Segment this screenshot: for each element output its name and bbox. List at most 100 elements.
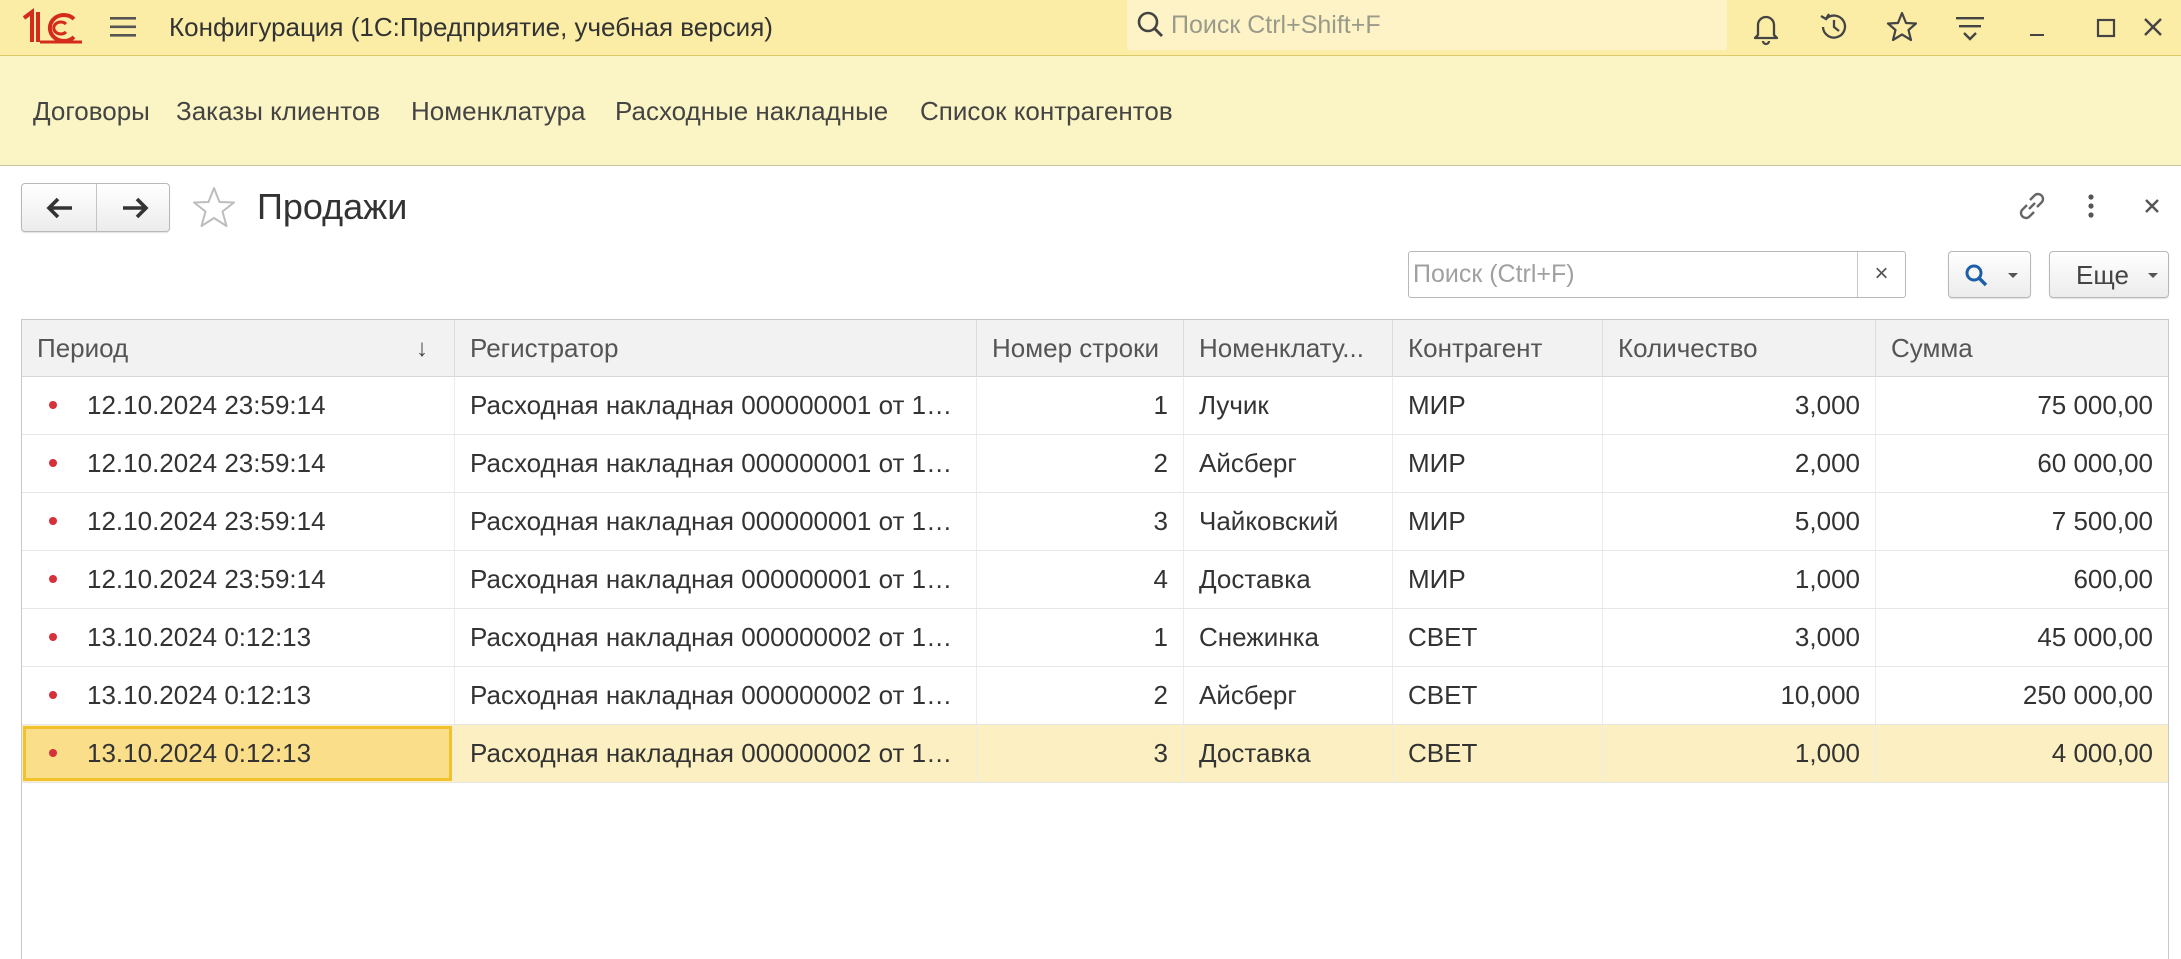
cell-period[interactable]: 13.10.2024 0:12:13 xyxy=(22,725,455,782)
logo-1c-icon[interactable] xyxy=(20,8,84,48)
table-row[interactable]: 13.10.2024 0:12:13 Расходная накладная 00… xyxy=(22,609,2168,667)
section-client-orders[interactable]: Заказы клиентов xyxy=(176,93,380,129)
minimize-icon[interactable] xyxy=(2018,8,2056,46)
close-form-icon[interactable] xyxy=(2132,186,2172,226)
cell-nomenclature[interactable]: Доставка xyxy=(1184,725,1393,782)
column-header-period[interactable]: Период ↓ xyxy=(22,320,455,377)
cell-line-number[interactable]: 1 xyxy=(977,609,1184,666)
section-counterparties[interactable]: Список контрагентов xyxy=(920,93,1173,129)
favorite-star-icon[interactable] xyxy=(188,183,240,235)
cell-quantity[interactable]: 5,000 xyxy=(1603,493,1876,550)
table-header: Период ↓ Регистратор Номер строки Номенк… xyxy=(22,320,2168,377)
column-header-sum[interactable]: Сумма xyxy=(1876,320,2168,377)
section-sales-invoices[interactable]: Расходные накладные xyxy=(615,93,888,129)
menu-icon[interactable] xyxy=(108,12,138,42)
search-icon xyxy=(1965,264,1988,287)
cell-line-number[interactable]: 2 xyxy=(977,667,1184,724)
favorites-star-icon[interactable] xyxy=(1883,8,1921,46)
cell-registrar[interactable]: Расходная накладная 000000001 от 12.10.2… xyxy=(455,435,977,492)
cell-registrar[interactable]: Расходная накладная 000000002 от 13.10.2… xyxy=(455,667,977,724)
arrow-left-icon xyxy=(46,197,72,219)
cell-quantity[interactable]: 3,000 xyxy=(1603,377,1876,434)
table-row[interactable]: 12.10.2024 23:59:14 Расходная накладная 0… xyxy=(22,551,2168,609)
table-row[interactable]: 12.10.2024 23:59:14 Расходная накладная 0… xyxy=(22,377,2168,435)
cell-sum[interactable]: 250 000,00 xyxy=(1876,667,2168,724)
column-header-line-number[interactable]: Номер строки xyxy=(977,320,1184,377)
column-header-registrar[interactable]: Регистратор xyxy=(455,320,977,377)
table-row[interactable]: 13.10.2024 0:12:13 Расходная накладная 00… xyxy=(22,667,2168,725)
functions-menu-icon[interactable] xyxy=(1951,8,1989,46)
cell-quantity[interactable]: 1,000 xyxy=(1603,551,1876,608)
cell-registrar[interactable]: Расходная накладная 000000001 от 12.10.2… xyxy=(455,493,977,550)
column-header-counterparty[interactable]: Контрагент xyxy=(1393,320,1603,377)
form-search-input[interactable] xyxy=(1411,254,1841,295)
form-search-field: × xyxy=(1408,251,1906,298)
cell-nomenclature[interactable]: Снежинка xyxy=(1184,609,1393,666)
search-clear-button[interactable]: × xyxy=(1857,252,1905,297)
cell-registrar[interactable]: Расходная накладная 000000002 от 13.10.2… xyxy=(455,725,977,782)
cell-line-number[interactable]: 3 xyxy=(977,493,1184,550)
table-row[interactable]: 12.10.2024 23:59:14 Расходная накладная 0… xyxy=(22,493,2168,551)
cell-counterparty[interactable]: МИР xyxy=(1393,551,1603,608)
cell-nomenclature[interactable]: Лучик xyxy=(1184,377,1393,434)
cell-sum[interactable]: 45 000,00 xyxy=(1876,609,2168,666)
maximize-icon[interactable] xyxy=(2086,8,2124,46)
sales-register-table: Период ↓ Регистратор Номер строки Номенк… xyxy=(21,319,2169,959)
cell-registrar[interactable]: Расходная накладная 000000002 от 13.10.2… xyxy=(455,609,977,666)
section-nomenclature[interactable]: Номенклатура xyxy=(411,93,585,129)
table-row-selected[interactable]: 13.10.2024 0:12:13 Расходная накладная 00… xyxy=(22,725,2168,783)
cell-period[interactable]: 13.10.2024 0:12:13 xyxy=(22,609,455,666)
link-icon[interactable] xyxy=(2012,186,2052,226)
chevron-down-icon xyxy=(2148,273,2158,278)
column-header-quantity[interactable]: Количество xyxy=(1603,320,1876,377)
more-actions-icon[interactable] xyxy=(2071,186,2111,226)
cell-counterparty[interactable]: СВЕТ xyxy=(1393,609,1603,666)
cell-counterparty[interactable]: МИР xyxy=(1393,435,1603,492)
more-button-label: Еще xyxy=(2076,260,2129,290)
cell-nomenclature[interactable]: Доставка xyxy=(1184,551,1393,608)
cell-line-number[interactable]: 1 xyxy=(977,377,1184,434)
arrow-right-icon xyxy=(123,197,149,219)
cell-period[interactable]: 12.10.2024 23:59:14 xyxy=(22,435,455,492)
search-options-button[interactable] xyxy=(1948,251,2031,298)
section-contracts[interactable]: Договоры xyxy=(33,93,150,129)
cell-quantity[interactable]: 3,000 xyxy=(1603,609,1876,666)
sort-descending-icon: ↓ xyxy=(416,335,428,362)
cell-counterparty[interactable]: МИР xyxy=(1393,493,1603,550)
cell-period[interactable]: 12.10.2024 23:59:14 xyxy=(22,551,455,608)
cell-nomenclature[interactable]: Чайковский xyxy=(1184,493,1393,550)
cell-quantity[interactable]: 1,000 xyxy=(1603,725,1876,782)
back-button[interactable] xyxy=(22,184,96,231)
forward-button[interactable] xyxy=(97,184,171,231)
cell-registrar[interactable]: Расходная накладная 000000001 от 12.10.2… xyxy=(455,551,977,608)
cell-counterparty[interactable]: СВЕТ xyxy=(1393,667,1603,724)
table-row[interactable]: 12.10.2024 23:59:14 Расходная накладная 0… xyxy=(22,435,2168,493)
global-search-input[interactable]: Поиск Ctrl+Shift+F xyxy=(1127,0,1727,50)
cell-quantity[interactable]: 2,000 xyxy=(1603,435,1876,492)
close-window-icon[interactable] xyxy=(2134,8,2172,46)
more-button[interactable]: Еще xyxy=(2049,251,2169,298)
cell-period[interactable]: 12.10.2024 23:59:14 xyxy=(22,377,455,434)
cell-line-number[interactable]: 2 xyxy=(977,435,1184,492)
cell-sum[interactable]: 7 500,00 xyxy=(1876,493,2168,550)
cell-nomenclature[interactable]: Айсберг xyxy=(1184,667,1393,724)
cell-sum[interactable]: 600,00 xyxy=(1876,551,2168,608)
form-title: Продажи xyxy=(257,186,408,227)
cell-sum[interactable]: 75 000,00 xyxy=(1876,377,2168,434)
cell-quantity[interactable]: 10,000 xyxy=(1603,667,1876,724)
cell-nomenclature[interactable]: Айсберг xyxy=(1184,435,1393,492)
history-icon[interactable] xyxy=(1815,8,1853,46)
column-header-nomenclature[interactable]: Номенклату... xyxy=(1184,320,1393,377)
cell-counterparty[interactable]: МИР xyxy=(1393,377,1603,434)
cell-line-number[interactable]: 3 xyxy=(977,725,1184,782)
sections-panel: Договоры Заказы клиентов Номенклатура Ра… xyxy=(0,56,2181,166)
cell-period[interactable]: 13.10.2024 0:12:13 xyxy=(22,667,455,724)
cell-sum[interactable]: 60 000,00 xyxy=(1876,435,2168,492)
search-icon xyxy=(1137,11,1163,37)
cell-period[interactable]: 12.10.2024 23:59:14 xyxy=(22,493,455,550)
cell-sum[interactable]: 4 000,00 xyxy=(1876,725,2168,782)
cell-registrar[interactable]: Расходная накладная 000000001 от 12.10.2… xyxy=(455,377,977,434)
bell-icon[interactable] xyxy=(1747,8,1785,46)
cell-counterparty[interactable]: СВЕТ xyxy=(1393,725,1603,782)
cell-line-number[interactable]: 4 xyxy=(977,551,1184,608)
